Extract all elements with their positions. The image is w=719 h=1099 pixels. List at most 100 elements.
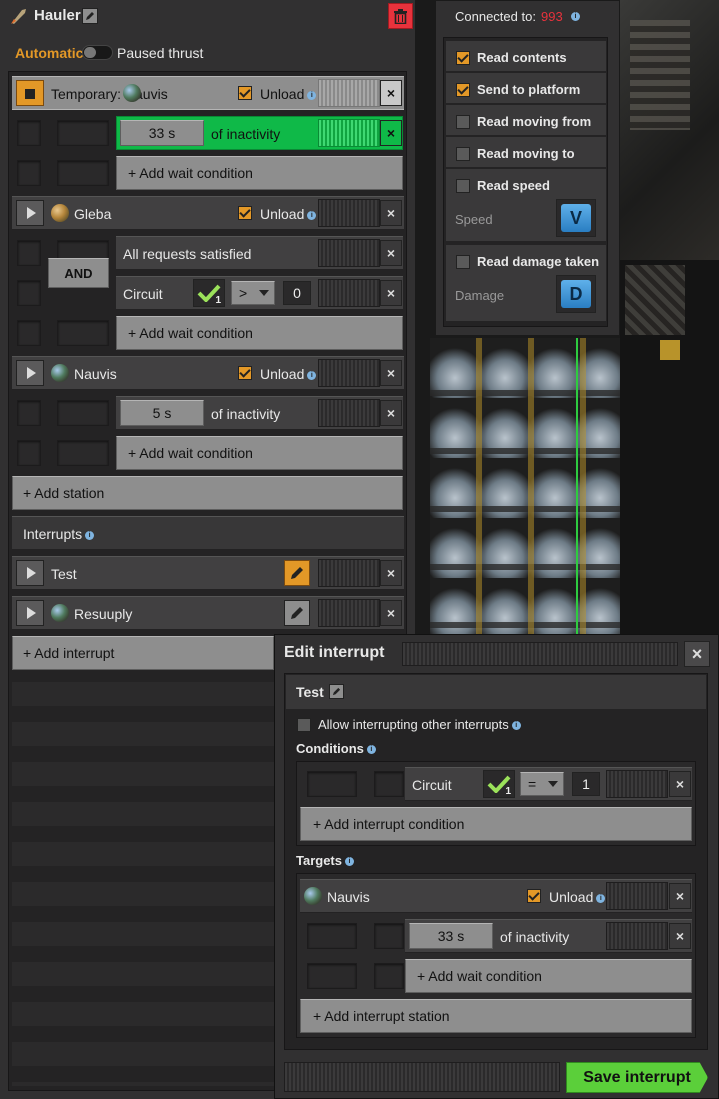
comparator-select[interactable]: = — [520, 772, 564, 796]
delete-button[interactable] — [388, 3, 413, 29]
play-icon[interactable] — [16, 200, 44, 226]
read-damage-checkbox[interactable] — [456, 255, 470, 269]
info-icon: i — [307, 90, 317, 100]
drag-handle[interactable] — [318, 119, 380, 147]
edit-interrupt-button[interactable] — [284, 560, 310, 586]
send-to-platform-checkbox[interactable] — [456, 83, 470, 97]
comparator-select[interactable]: > — [231, 281, 275, 305]
auto-toggle-row: Automatic Paused thrust — [0, 40, 415, 66]
read-damage-label: Read damage taken — [477, 254, 600, 269]
drag-handle[interactable] — [318, 199, 380, 227]
condition-label: Circuit — [123, 286, 163, 302]
empty-slot — [307, 923, 357, 949]
unload-checkbox[interactable] — [527, 889, 541, 903]
and-button[interactable]: AND — [48, 258, 109, 288]
rename-button[interactable] — [82, 8, 98, 24]
drag-handle[interactable] — [318, 559, 380, 587]
add-wait-condition-button[interactable]: + Add wait condition — [116, 316, 403, 350]
stop-button[interactable] — [16, 80, 44, 106]
trash-icon — [394, 8, 407, 24]
info-icon: i — [85, 530, 95, 540]
close-icon[interactable]: × — [380, 360, 402, 386]
unload-checkbox[interactable] — [238, 86, 252, 100]
speed-signal-button[interactable]: V — [556, 199, 596, 237]
read-moving-from-label: Read moving from — [477, 114, 592, 129]
signal-check-button[interactable]: 1 — [193, 279, 225, 307]
damage-label: Damage — [455, 288, 505, 303]
add-wait-condition-button[interactable]: + Add wait condition — [116, 436, 403, 470]
signal-check-button[interactable]: 1 — [483, 770, 515, 798]
automatic-label: Automatic — [15, 45, 84, 61]
connected-value: 993 — [541, 9, 563, 24]
close-icon[interactable]: × — [380, 600, 402, 626]
close-icon[interactable]: × — [380, 200, 402, 226]
drag-handle[interactable] — [318, 399, 380, 427]
play-icon[interactable] — [16, 360, 44, 386]
empty-slot — [374, 923, 404, 949]
footer-drag-bar — [284, 1062, 560, 1092]
close-icon[interactable]: × — [669, 883, 691, 909]
allow-interrupting-checkbox[interactable] — [297, 718, 311, 732]
nauvis-icon — [304, 887, 322, 905]
drag-handle[interactable] — [318, 239, 380, 267]
drag-handle[interactable] — [606, 922, 668, 950]
close-icon[interactable]: × — [380, 80, 402, 106]
close-icon[interactable]: × — [669, 923, 691, 949]
drag-handle[interactable] — [606, 882, 668, 910]
edit-interrupt-button[interactable] — [284, 600, 310, 626]
read-speed-checkbox[interactable] — [456, 179, 470, 193]
play-icon[interactable] — [16, 600, 44, 626]
close-icon[interactable]: × — [380, 560, 402, 586]
read-moving-to-checkbox[interactable] — [456, 147, 470, 161]
close-icon[interactable]: × — [669, 771, 691, 797]
close-icon[interactable]: × — [380, 400, 402, 426]
value-field[interactable]: 1 — [572, 772, 600, 796]
add-interrupt-button[interactable]: + Add interrupt — [12, 636, 274, 670]
dialog-drag-bar[interactable] — [402, 642, 678, 666]
d-signal-icon: D — [561, 280, 591, 308]
close-icon[interactable]: × — [380, 120, 402, 146]
unload-label: Unload i — [260, 86, 317, 102]
dialog-close-button[interactable]: × — [684, 641, 710, 667]
unload-checkbox[interactable] — [238, 366, 252, 380]
read-contents-checkbox[interactable] — [456, 51, 470, 65]
add-wait-condition-button[interactable]: + Add wait condition — [116, 156, 403, 190]
unload-label: Unload i — [549, 889, 606, 905]
rename-button[interactable] — [329, 684, 344, 699]
wait-time-field[interactable]: 5 s — [120, 400, 204, 426]
damage-signal-button[interactable]: D — [556, 275, 596, 313]
close-icon[interactable]: × — [380, 280, 402, 306]
nauvis-icon — [51, 604, 69, 622]
empty-slot — [17, 120, 41, 146]
drag-handle[interactable] — [318, 279, 380, 307]
wait-time-field[interactable]: 33 s — [409, 923, 493, 949]
interrupt-name: Test — [296, 684, 324, 700]
condition-label: All requests satisfied — [123, 246, 252, 262]
wait-time-field[interactable]: 33 s — [120, 120, 204, 146]
pencil-icon — [291, 607, 303, 619]
value-field[interactable]: 0 — [283, 281, 311, 305]
drag-handle[interactable] — [318, 79, 380, 107]
targets-title: Targets i — [296, 853, 354, 868]
gleba-icon — [51, 204, 69, 222]
add-station-button[interactable]: + Add station — [12, 476, 403, 510]
close-icon[interactable]: × — [380, 240, 402, 266]
drag-handle[interactable] — [318, 599, 380, 627]
wait-label: of inactivity — [500, 929, 570, 945]
add-interrupt-condition-button[interactable]: + Add interrupt condition — [300, 807, 692, 841]
read-speed-label: Read speed — [477, 178, 550, 193]
unload-checkbox[interactable] — [238, 206, 252, 220]
empty-slot — [57, 160, 109, 186]
interrupt-name: Test — [51, 566, 77, 582]
drag-handle[interactable] — [606, 770, 668, 798]
add-interrupt-station-button[interactable]: + Add interrupt station — [300, 999, 692, 1033]
drag-handle[interactable] — [318, 359, 380, 387]
play-icon[interactable] — [16, 560, 44, 586]
empty-slot — [17, 160, 41, 186]
save-interrupt-button[interactable]: Save interrupt — [566, 1062, 708, 1093]
automatic-switch[interactable] — [82, 45, 113, 60]
read-moving-from-checkbox[interactable] — [456, 115, 470, 129]
add-wait-condition-button[interactable]: + Add wait condition — [405, 959, 692, 993]
empty-slot — [17, 320, 41, 346]
nauvis-icon — [51, 364, 69, 382]
